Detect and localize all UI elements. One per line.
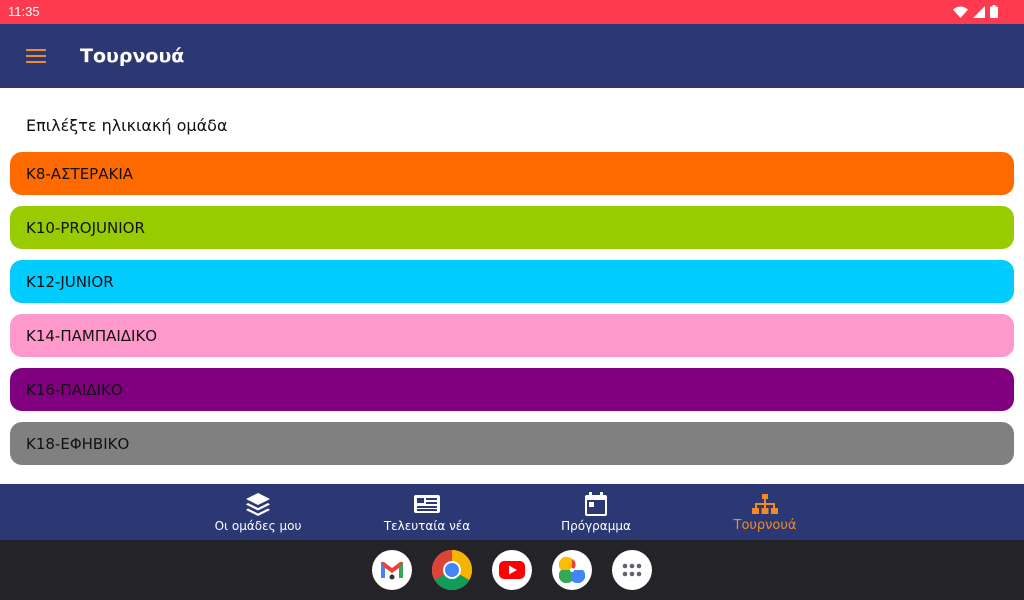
nav-label: Οι ομάδες μου xyxy=(214,519,302,533)
calendar-icon xyxy=(585,491,607,517)
battery-icon xyxy=(990,3,998,22)
status-icons xyxy=(953,3,998,22)
age-group-prompt: Επιλέξτε ηλικιακή ομάδα xyxy=(26,116,228,135)
newspaper-icon xyxy=(414,491,440,517)
nav-label: Τελευταία νέα xyxy=(383,519,471,533)
age-group-list: Κ8-ΑΣΤΕΡΑΚΙΑ Κ10-PROJUNIOR Κ12-JUNIOR Κ1… xyxy=(10,152,1014,476)
main-content: Επιλέξτε ηλικιακή ομάδα Κ8-ΑΣΤΕΡΑΚΙΑ Κ10… xyxy=(0,88,1024,484)
app-drawer-icon[interactable] xyxy=(612,550,652,590)
system-dock xyxy=(0,540,1024,600)
hamburger-menu-icon[interactable] xyxy=(22,44,50,68)
status-time: 11:35 xyxy=(8,4,40,19)
gmail-icon[interactable] xyxy=(372,550,412,590)
bottom-navigation: Οι ομάδες μου Τελευταία νέα Πρόγραμμα Το… xyxy=(0,484,1024,540)
chrome-icon[interactable] xyxy=(432,550,472,590)
page-title: Τουρνουά xyxy=(80,45,185,67)
wifi-icon xyxy=(953,3,968,22)
nav-my-teams[interactable]: Οι ομάδες μου xyxy=(208,484,308,540)
tournament-tree-icon xyxy=(752,491,778,517)
nav-tournaments[interactable]: Τουρνουά xyxy=(715,484,815,540)
age-group-button-k16[interactable]: Κ16-ΠΑΙΔΙΚΟ xyxy=(10,368,1014,411)
signal-icon xyxy=(973,3,985,22)
youtube-icon[interactable] xyxy=(492,550,532,590)
age-group-button-k8[interactable]: Κ8-ΑΣΤΕΡΑΚΙΑ xyxy=(10,152,1014,195)
age-group-button-k18[interactable]: Κ18-ΕΦΗΒΙΚΟ xyxy=(10,422,1014,465)
age-group-button-k10[interactable]: Κ10-PROJUNIOR xyxy=(10,206,1014,249)
age-group-button-k12[interactable]: Κ12-JUNIOR xyxy=(10,260,1014,303)
nav-schedule[interactable]: Πρόγραμμα xyxy=(546,484,646,540)
layers-icon xyxy=(245,491,271,517)
nav-label: Πρόγραμμα xyxy=(561,519,631,533)
status-bar: 11:35 xyxy=(0,0,1024,24)
nav-latest-news[interactable]: Τελευταία νέα xyxy=(377,484,477,540)
age-group-button-k14[interactable]: Κ14-ΠΑΜΠΑΙΔΙΚΟ xyxy=(10,314,1014,357)
app-bar: Τουρνουά xyxy=(0,24,1024,88)
photos-icon[interactable] xyxy=(552,550,592,590)
nav-label: Τουρνουά xyxy=(733,518,797,533)
